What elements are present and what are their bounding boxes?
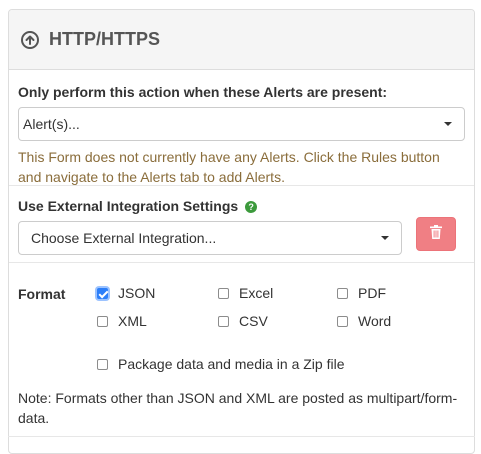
integration-select-value: Choose External Integration...	[31, 230, 217, 246]
zip-label: Package data and media in a Zip file	[118, 356, 345, 372]
pdf-label: PDF	[358, 285, 386, 301]
trash-icon	[430, 224, 442, 244]
csv-checkbox[interactable]	[218, 315, 229, 327]
panel-title: HTTP/HTTPS	[49, 29, 160, 49]
excel-label: Excel	[239, 285, 274, 301]
alerts-section: Only perform this action when these Aler…	[9, 70, 474, 186]
excel-checkbox[interactable]	[218, 287, 229, 299]
xml-label: XML	[118, 313, 147, 329]
json-label: JSON	[118, 285, 156, 301]
section-divider	[8, 436, 475, 437]
format-note: Note: Formats other than JSON and XML ar…	[18, 390, 458, 426]
zip-option[interactable]: Package data and media in a Zip file	[97, 356, 344, 372]
word-checkbox[interactable]	[337, 315, 348, 327]
format-option-csv[interactable]: CSV	[218, 313, 268, 329]
integration-section: Use External Integration Settings ? Choo…	[9, 186, 474, 263]
question-circle-icon[interactable]: ?	[245, 201, 258, 214]
format-option-pdf[interactable]: PDF	[337, 285, 386, 301]
integration-row: Choose External Integration...	[18, 215, 465, 255]
format-label: Format	[18, 286, 66, 302]
alerts-select-value: Alert(s)...	[23, 116, 80, 132]
json-checkbox[interactable]	[97, 287, 108, 299]
xml-checkbox[interactable]	[97, 315, 108, 327]
chevron-down-icon	[444, 122, 452, 126]
format-option-xml[interactable]: XML	[97, 313, 147, 329]
integration-select[interactable]: Choose External Integration...	[18, 221, 402, 255]
circle-arrow-up-icon[interactable]	[21, 30, 39, 49]
alerts-warning-text: This Form does not currently have any Al…	[18, 149, 440, 185]
format-option-json[interactable]: JSON	[97, 285, 155, 301]
integration-label: Use External Integration Settings ?	[18, 198, 465, 215]
delete-integration-button[interactable]	[416, 217, 456, 251]
format-option-word[interactable]: Word	[337, 313, 391, 329]
chevron-down-icon	[381, 236, 389, 240]
integration-label-text: Use External Integration Settings	[18, 198, 239, 214]
pdf-checkbox[interactable]	[337, 287, 348, 299]
csv-label: CSV	[239, 313, 268, 329]
word-label: Word	[358, 313, 392, 329]
panel-heading[interactable]: HTTP/HTTPS	[9, 10, 474, 70]
zip-checkbox[interactable]	[97, 358, 108, 370]
format-option-excel[interactable]: Excel	[218, 285, 273, 301]
alerts-label: Only perform this action when these Aler…	[18, 84, 388, 100]
alerts-select[interactable]: Alert(s)...	[18, 107, 465, 141]
